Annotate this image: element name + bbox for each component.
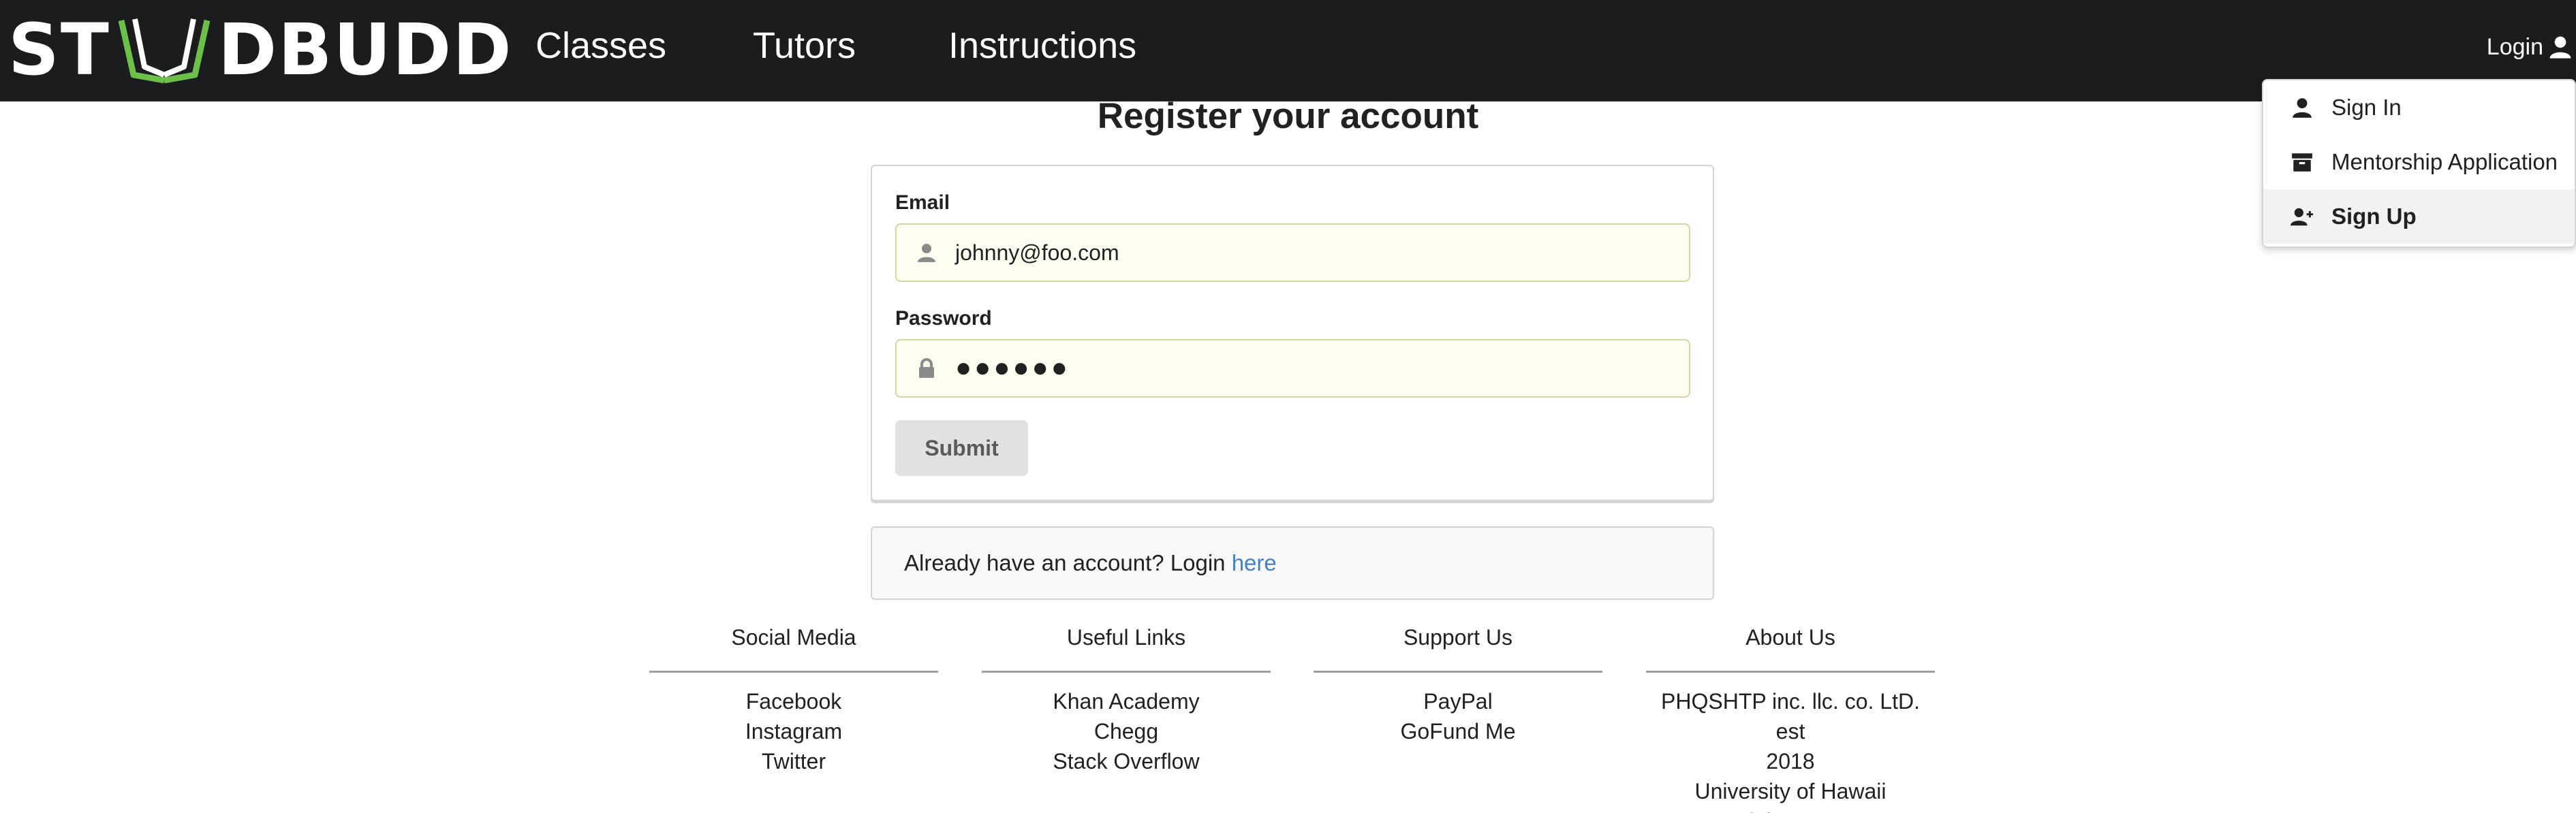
footer-column-title: About Us [1745, 625, 1835, 650]
login-message: Already have an account? Login here [871, 526, 1714, 600]
footer-link-gofundme[interactable]: GoFund Me [1314, 716, 1602, 746]
page-title: Register your account [1097, 96, 1479, 136]
footer-column-title: Support Us [1403, 625, 1513, 650]
logo-text-left: ST [8, 8, 110, 91]
submit-button[interactable]: Submit [895, 420, 1028, 476]
password-value: ●●●●●● [955, 353, 1070, 383]
footer-link-twitter[interactable]: Twitter [649, 746, 938, 776]
footer-divider [649, 671, 938, 673]
footer-column-title: Useful Links [1066, 625, 1186, 650]
footer-column-useful-links: Useful Links Khan Academy Chegg Stack Ov… [982, 621, 1271, 776]
nav-item-instructions[interactable]: Instructions [948, 22, 1136, 69]
footer-link-paypal[interactable]: PayPal [1314, 686, 1602, 716]
footer-about-company: PHQSHTP inc. llc. co. LtD. est [1661, 689, 1920, 744]
password-label: Password [895, 307, 992, 330]
user-icon [2549, 36, 2571, 59]
footer-link-instagram[interactable]: Instagram [649, 716, 938, 746]
footer-link-khan-academy[interactable]: Khan Academy [982, 686, 1271, 716]
footer-link-chegg[interactable]: Chegg [982, 716, 1271, 746]
archive-icon [2289, 149, 2315, 175]
register-form: Email johnny@foo.com Password ●●●●●● Sub… [871, 165, 1714, 501]
footer-column-support-us: Support Us PayPal GoFund Me [1314, 621, 1602, 746]
lock-icon [914, 356, 939, 381]
email-value: johnny@foo.com [955, 240, 1119, 265]
footer-about-year: 2018 [1766, 749, 1815, 774]
login-here-link[interactable]: here [1232, 550, 1277, 575]
footer-column-about-us: About Us PHQSHTP inc. llc. co. LtD. est … [1646, 621, 1935, 813]
add-user-icon [2289, 204, 2315, 229]
open-book-icon [118, 18, 211, 84]
footer-divider [1646, 671, 1935, 673]
footer-divider [1314, 671, 1602, 673]
navbar: ST DBUDD Classes Tutors Instructions Log… [0, 0, 2576, 101]
user-icon [914, 240, 939, 265]
footer-divider [982, 671, 1271, 673]
nav-item-classes[interactable]: Classes [536, 22, 666, 69]
dropdown-item-label: Mentorship Application [2331, 149, 2558, 174]
email-label: Email [895, 191, 950, 214]
login-label: Login [2486, 33, 2543, 60]
nav-item-tutors[interactable]: Tutors [753, 22, 856, 69]
password-field[interactable]: ●●●●●● [895, 339, 1690, 398]
login-menu[interactable]: Login [2487, 30, 2573, 64]
footer-column-social-media: Social Media Facebook Instagram Twitter [649, 621, 938, 776]
footer-about-address: Honolulu, HI 96822 [1646, 806, 1935, 813]
studbudd-logo[interactable]: ST DBUDD [8, 12, 513, 87]
logo-text-right: DBUDD [217, 8, 513, 91]
dropdown-item-sign-up[interactable]: Sign Up [2263, 189, 2575, 244]
footer-link-stack-overflow[interactable]: Stack Overflow [982, 746, 1271, 776]
footer-column-title: Social Media [731, 625, 856, 650]
footer-link-facebook[interactable]: Facebook [649, 686, 938, 716]
login-message-text: Already have an account? Login [904, 550, 1232, 575]
footer-about-university: University of Hawaii [1694, 779, 1887, 803]
email-field[interactable]: johnny@foo.com [895, 223, 1690, 282]
dropdown-item-label: Sign Up [2331, 204, 2417, 229]
